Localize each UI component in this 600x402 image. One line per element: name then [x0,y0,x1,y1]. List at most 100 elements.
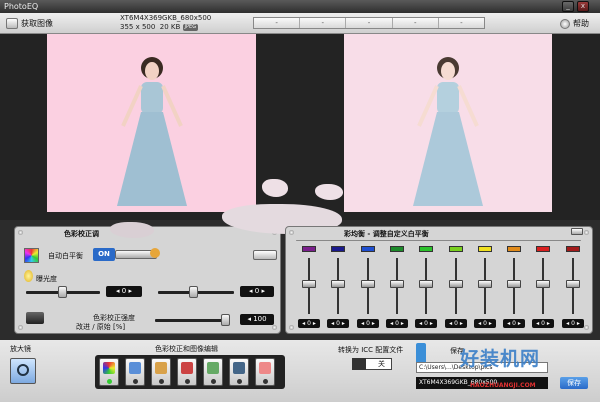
channel-slider-knob[interactable] [302,280,316,288]
icc-toggle-knob[interactable] [352,358,366,370]
strength-sublabel: 改进 / 原始 [%] [76,323,126,331]
channel-slider[interactable] [419,258,433,314]
channel-slider-knob[interactable] [507,280,521,288]
image-viewer[interactable] [0,34,600,220]
divider [296,240,581,241]
file-format-badge: JPEG [182,23,199,31]
channel-slider-knob[interactable] [331,280,345,288]
channel-value[interactable]: ◂ 0 ▸ [298,319,320,328]
color-wheel-icon [103,362,115,374]
help-label: 帮助 [573,19,589,28]
channel-slider-knob[interactable] [536,280,550,288]
channel-value[interactable]: ◂ 0 ▸ [503,319,525,328]
channel-value[interactable]: ◂ 0 ▸ [445,319,467,328]
channel-slider[interactable] [302,258,316,314]
channel-color-swatch [566,246,580,252]
channel-value[interactable]: ◂ 0 ▸ [532,319,554,328]
help-button[interactable]: 帮助 [560,16,589,31]
open-image-button[interactable]: 获取图像 [6,16,53,31]
eraser-tool-button[interactable] [255,358,275,386]
eyedropper-icon[interactable] [150,248,160,258]
sharpen-tool-button[interactable] [229,358,249,386]
equalizer-title: 彩均衡 - 调整自定义白平衡 [344,230,429,238]
channel-value[interactable]: ◂ 0 ▸ [386,319,408,328]
exposure-value[interactable]: ◂ 0 ▸ [106,286,142,297]
channel-slider[interactable] [566,258,580,314]
file-dimensions: 355 x 500 [120,23,156,31]
zoom-button[interactable]: - [300,18,347,28]
zoom-button[interactable]: - [254,18,301,28]
portrait-figure [116,57,187,206]
eraser-icon [259,362,271,374]
channel-slider-knob[interactable] [419,280,433,288]
ruler-icon [155,362,167,374]
channel-slider[interactable] [507,258,521,314]
shadow-value[interactable]: ◂ 0 ▸ [240,286,274,297]
resize-tool-button[interactable] [203,358,223,386]
channel-color-swatch [449,246,463,252]
color-correction-tool-button[interactable] [99,358,119,386]
zoom-segment-control: - - - - - [253,17,485,29]
straighten-tool-button[interactable] [151,358,171,386]
exposure-slider-knob[interactable] [58,286,67,298]
crop-tool-button[interactable] [177,358,197,386]
channel-color-swatch [507,246,521,252]
channel-slider-knob[interactable] [449,280,463,288]
channel-slider[interactable] [449,258,463,314]
channel-value[interactable]: ◂ 0 ▸ [415,319,437,328]
strength-value[interactable]: ◂ 100 [240,314,274,325]
title-bar: PhotoEQ _ x [0,0,600,13]
close-button[interactable]: x [577,1,589,12]
icc-toggle-value: 关 [378,360,385,368]
magnifier-label: 放大镜 [10,345,31,353]
exposure-label: 曝光度 [36,275,57,283]
shadow-slider-knob[interactable] [189,286,198,298]
channel-color-swatch [361,246,375,252]
save-button[interactable]: 保存 [560,377,588,389]
portrait-figure [413,57,483,206]
channel-slider[interactable] [361,258,375,314]
channel-value[interactable]: ◂ 0 ▸ [562,319,584,328]
wb-preset-button[interactable] [253,250,277,260]
open-image-label: 获取图像 [21,19,53,28]
channel-slider[interactable] [478,258,492,314]
resize-icon [207,362,219,374]
redaction-blur [315,184,343,200]
rotate-icon [129,362,141,374]
channel-slider-knob[interactable] [478,280,492,288]
window-title: PhotoEQ [4,2,39,11]
channel-value[interactable]: ◂ 0 ▸ [474,319,496,328]
redaction-blur [262,179,288,197]
auto-white-balance-label: 自动白平衡 [48,252,83,260]
camera-icon [26,312,44,324]
zoom-button[interactable]: - [346,18,393,28]
strength-slider-track[interactable] [155,319,230,322]
strength-slider-knob[interactable] [221,314,230,326]
zoom-button[interactable]: - [393,18,439,28]
magnifier-button[interactable] [10,358,36,384]
channel-color-swatch [478,246,492,252]
editing-title: 色彩校正和图像编辑 [155,345,218,353]
light-bulb-icon [24,270,33,282]
channel-slider-knob[interactable] [566,280,580,288]
watermark-sub: HAOZHUANGJI.COM [470,382,536,389]
panel-menu-icon[interactable] [571,228,583,235]
channel-slider[interactable] [536,258,550,314]
auto-white-balance-toggle[interactable]: ON [93,248,115,261]
sharpen-icon [233,362,245,374]
original-photo [47,34,256,212]
channel-slider-knob[interactable] [361,280,375,288]
channel-slider-knob[interactable] [390,280,404,288]
channel-slider[interactable] [331,258,345,314]
channel-slider[interactable] [390,258,404,314]
channel-value[interactable]: ◂ 0 ▸ [327,319,349,328]
redaction-blur [110,222,154,238]
channel-color-swatch [390,246,404,252]
help-icon [560,18,570,29]
zoom-button[interactable]: - [439,18,484,28]
channel-color-swatch [536,246,550,252]
minimize-button[interactable]: _ [562,1,574,12]
channel-value[interactable]: ◂ 0 ▸ [357,319,379,328]
watermark-logo: 好装机网 [460,344,540,371]
rotate-tool-button[interactable] [125,358,145,386]
